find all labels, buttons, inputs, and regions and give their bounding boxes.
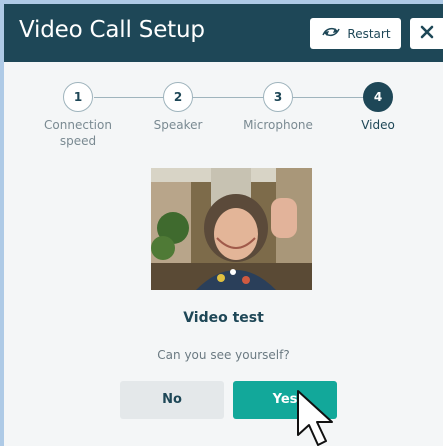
video-test-title: Video test [183,310,264,326]
video-call-setup-dialog: Video Call Setup Restart 1 Connection sp… [4,4,443,446]
close-icon [420,24,434,43]
step-label: Video [361,118,395,132]
step-label: Connection speed [44,118,112,148]
refresh-arrows-icon [320,24,342,43]
restart-button[interactable]: Restart [310,18,401,49]
step-speaker: 2 Speaker [128,82,228,133]
video-test-question: Can you see yourself? [157,348,290,362]
mouse-pointer-icon [297,390,333,446]
restart-label: Restart [347,26,391,41]
step-label: Microphone [243,118,313,132]
step-label: Speaker [153,118,203,132]
setup-stepper: 1 Connection speed 2 Speaker 3 Microphon… [4,82,443,162]
no-button[interactable]: No [120,381,224,419]
dialog-header: Video Call Setup Restart [4,4,443,62]
step-number: 4 [363,82,393,112]
step-connection-speed: 1 Connection speed [28,82,128,149]
step-number: 3 [263,82,293,112]
step-number: 2 [163,82,193,112]
close-button[interactable] [410,18,443,49]
camera-feed-image [151,168,312,290]
video-preview [151,168,312,290]
dialog-title: Video Call Setup [19,17,205,43]
step-video: 4 Video [328,82,428,133]
step-microphone: 3 Microphone [228,82,328,133]
step-number: 1 [63,82,93,112]
